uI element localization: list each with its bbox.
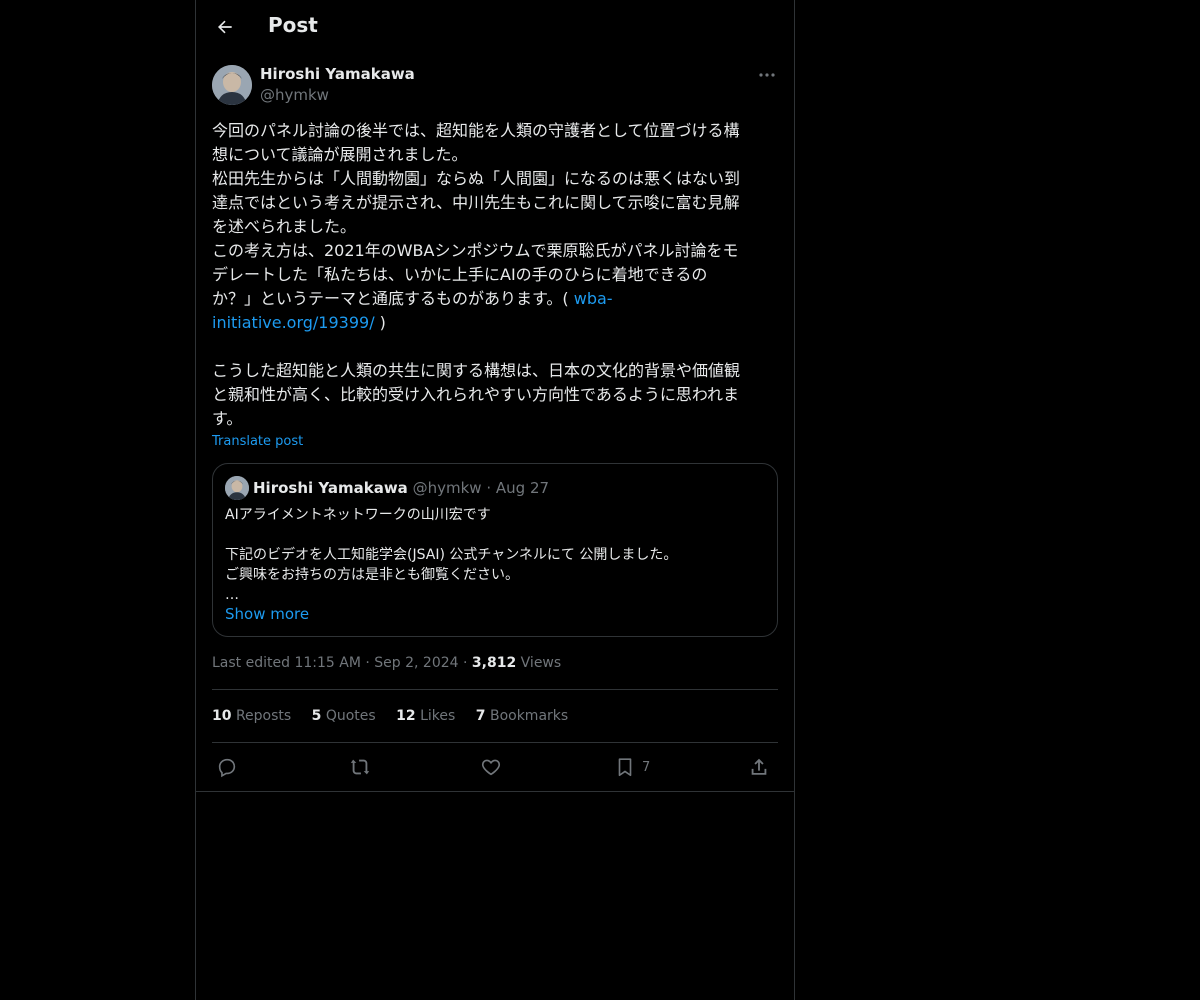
divider-2 [212, 742, 778, 743]
header: Post [196, 0, 794, 53]
show-more-link[interactable]: Show more [225, 605, 309, 623]
arrow-left-icon [218, 20, 232, 34]
quote-author-name: Hiroshi Yamakawa [253, 479, 408, 497]
post-date[interactable]: Sep 2, 2024 [374, 655, 458, 671]
edited-time[interactable]: Last edited 11:15 AM [212, 655, 361, 671]
column-bottom-border [196, 791, 794, 792]
share-button[interactable] [748, 754, 770, 780]
stat-quotes[interactable]: 5 Quotes [312, 708, 376, 724]
post-meta: Last edited 11:15 AM · Sep 2, 2024 · 3,8… [212, 655, 561, 671]
translate-post-link[interactable]: Translate post [212, 434, 303, 449]
quotes-label: Quotes [325, 708, 376, 724]
like-button[interactable] [480, 754, 502, 780]
bookmark-icon [618, 758, 632, 777]
author-handle[interactable]: @hymkw [260, 86, 329, 104]
bookmarks-count: 7 [475, 708, 486, 724]
repost-icon [350, 759, 370, 775]
quote-meta: Hiroshi Yamakawa @hymkw · Aug 27 [253, 479, 549, 497]
engagement-stats: 10 Reposts 5 Quotes 12 Likes 7 Bookmarks [212, 708, 584, 724]
quote-text: AIアライメントネットワークの山川宏です 下記のビデオを人工知能学会(JSAI)… [225, 507, 678, 603]
page-title: Post [268, 13, 318, 37]
stat-reposts[interactable]: 10 Reposts [212, 708, 291, 724]
bookmarks-label: Bookmarks [489, 708, 569, 724]
quoted-post[interactable]: Hiroshi Yamakawa @hymkw · Aug 27 AIアライメン… [212, 463, 778, 637]
bookmark-button[interactable]: 7 [614, 754, 650, 780]
bookmark-count: 7 [642, 759, 651, 775]
back-button[interactable] [208, 10, 242, 44]
heart-icon [481, 759, 501, 776]
reply-icon [218, 758, 236, 778]
more-dots-icon [759, 73, 775, 77]
action-bar: 7 [212, 752, 778, 782]
likes-count: 12 [396, 708, 416, 724]
meta-separator: · [365, 655, 370, 671]
quote-avatar [225, 476, 249, 500]
reposts-label: Reposts [235, 708, 292, 724]
quote-separator: · [486, 479, 492, 497]
author-row: Hiroshi Yamakawa @hymkw [212, 65, 778, 105]
more-options-button[interactable] [756, 65, 778, 85]
meta-separator-2: · [463, 655, 468, 671]
reposts-count: 10 [212, 708, 232, 724]
author-name[interactable]: Hiroshi Yamakawa [260, 65, 415, 83]
post-text-part-1: 今回のパネル討論の後半では、超知能を人類の守護者として位置づける構 想について議… [212, 121, 741, 308]
quote-author-handle: @hymkw [412, 479, 482, 497]
post-column: Post Hiroshi Yamakawa @hymkw 今回のパネル討論の後半… [195, 0, 795, 1000]
divider [212, 689, 778, 690]
stat-likes[interactable]: 12 Likes [396, 708, 455, 724]
repost-button[interactable] [349, 754, 371, 780]
views-count: 3,812 [471, 655, 517, 671]
quotes-count: 5 [311, 708, 322, 724]
share-icon [751, 758, 767, 775]
avatar[interactable] [212, 65, 252, 105]
post-text: 今回のパネル討論の後半では、超知能を人類の守護者として位置づける構 想について議… [212, 119, 778, 431]
reply-button[interactable] [216, 754, 238, 780]
quote-date: Aug 27 [495, 479, 550, 497]
likes-label: Likes [420, 708, 456, 724]
stat-bookmarks[interactable]: 7 Bookmarks [476, 708, 568, 724]
views-label: Views [520, 655, 562, 671]
